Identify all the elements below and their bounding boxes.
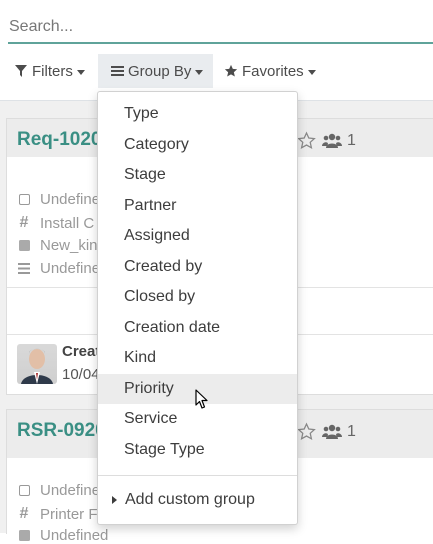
field-value: Printer F [40, 505, 98, 523]
search-toolbar: Filters Group By Favorites [0, 54, 433, 88]
group-by-option-stage[interactable]: Stage [98, 160, 297, 190]
option-label: Stage Type [124, 441, 205, 458]
group-by-option-closed-by[interactable]: Closed by [98, 282, 297, 312]
group-by-button[interactable]: Group By [98, 54, 213, 88]
card-badges: 1 [297, 131, 356, 150]
divider [98, 475, 297, 476]
card-field: Undefine [17, 482, 100, 499]
filter-icon [14, 64, 28, 78]
card-badges: 1 [297, 422, 356, 441]
option-label: Category [124, 136, 189, 153]
card-field: # Printer F [17, 505, 98, 523]
group-by-label: Group By [128, 62, 192, 80]
caret-right-icon [112, 496, 117, 504]
option-label: Stage [124, 166, 166, 183]
group-by-option-created-by[interactable]: Created by [98, 252, 297, 282]
option-label: Service [124, 410, 178, 427]
chevron-down-icon [195, 69, 204, 75]
option-label: Priority [124, 380, 174, 397]
hashtag-icon: # [19, 214, 29, 231]
group-by-option-kind[interactable]: Kind [98, 343, 297, 373]
card-title[interactable]: RSR-0920 [17, 420, 106, 442]
add-custom-group-toggle[interactable]: Add custom group [112, 491, 255, 509]
group-by-option-creation-date[interactable]: Creation date [98, 313, 297, 343]
option-label: Assigned [124, 227, 190, 244]
card-field: New_kin [17, 237, 98, 254]
option-label: Partner [124, 197, 177, 214]
filters-label: Filters [32, 62, 73, 80]
square-outline-icon [17, 194, 31, 205]
field-value: Undefine [40, 260, 101, 277]
users-icon [322, 133, 342, 149]
group-by-option-category[interactable]: Category [98, 130, 297, 160]
option-label: Creation date [124, 319, 221, 336]
field-value: Install C [40, 214, 95, 232]
followers-count: 1 [347, 422, 356, 440]
creator-label: Creat [62, 343, 101, 360]
filters-button[interactable]: Filters [14, 54, 85, 88]
group-by-option-partner[interactable]: Partner [98, 191, 297, 221]
hashtag-icon: # [19, 505, 29, 522]
favorites-button[interactable]: Favorites [224, 54, 316, 88]
group-by-option-stage-type[interactable]: Stage Type [98, 435, 297, 465]
group-by-option-assigned[interactable]: Assigned [98, 221, 297, 251]
followers-count: 1 [347, 131, 356, 149]
option-label: Kind [124, 349, 157, 366]
field-value: Undefine [40, 482, 101, 499]
card-field: Undefined [17, 527, 108, 544]
option-label: Created by [124, 258, 203, 275]
option-label: Type [124, 105, 159, 122]
field-value: Undefined [40, 527, 109, 544]
group-by-dropdown: Type Category Stage Partner Assigned Cre… [97, 91, 298, 525]
card-field: Undefined [17, 191, 108, 208]
users-icon [322, 424, 342, 440]
mouse-cursor-icon [195, 389, 209, 415]
field-value: New_kin [40, 237, 98, 254]
search-bar [8, 14, 433, 44]
star-outline-icon[interactable] [297, 131, 316, 150]
card-title[interactable]: Req-1020 [17, 129, 102, 151]
favorites-label: Favorites [242, 62, 304, 80]
square-outline-icon [17, 485, 31, 496]
bars-icon [17, 263, 31, 274]
square-icon [17, 530, 31, 541]
card-field: Undefine [17, 260, 100, 277]
chevron-down-icon [76, 69, 85, 75]
square-icon [17, 240, 31, 251]
star-outline-icon[interactable] [297, 422, 316, 441]
chevron-down-icon [307, 69, 316, 75]
search-input[interactable] [8, 14, 433, 36]
card-field: # Install C [17, 214, 95, 232]
option-label: Closed by [124, 288, 196, 305]
avatar [17, 344, 57, 384]
bars-icon [110, 64, 124, 78]
add-custom-group-label: Add custom group [125, 491, 255, 508]
group-by-option-type[interactable]: Type [98, 99, 297, 129]
star-icon [224, 64, 238, 78]
creator-date: 10/04 [62, 366, 100, 383]
